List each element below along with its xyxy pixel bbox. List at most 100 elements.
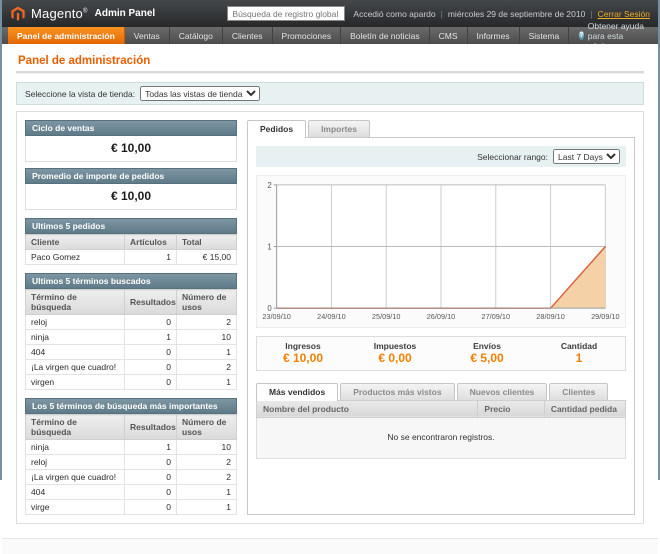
last-orders-table: Cliente Artículos Total Paco Gomez 1 € 1…	[25, 234, 237, 265]
total-value: € 0,00	[349, 351, 441, 365]
card-title: Ultimos 5 términos buscados	[25, 273, 237, 289]
nav-item-cms[interactable]: CMS	[430, 27, 468, 44]
separator: |	[590, 9, 592, 19]
table-cell: 0	[125, 455, 177, 470]
table-row[interactable]: ninja 1 10	[26, 330, 237, 345]
tab-orders[interactable]: Pedidos	[247, 120, 306, 138]
bestsellers-grid: Nombre del producto Precio Cantidad pedi…	[256, 400, 626, 418]
table-header-row: Cliente Artículos Total	[26, 235, 237, 250]
tab-bestsellers[interactable]: Más vendidos	[256, 383, 338, 401]
table-row[interactable]: Paco Gomez 1 € 15,00	[26, 250, 237, 265]
total-revenue: Ingresos € 10,00	[257, 341, 349, 365]
nav-item-promotions[interactable]: Promociones	[273, 27, 342, 44]
top-search-terms-table: Término de búsqueda Resultados Número de…	[25, 414, 237, 515]
y-tick-label: 2	[267, 181, 271, 190]
range-label: Seleccionar rango:	[477, 152, 548, 162]
table-row[interactable]: 404 0 1	[26, 345, 237, 360]
chart-panel: Seleccionar rango: Last 7 Days 01223/09/…	[247, 137, 635, 515]
store-switcher-select[interactable]: Todas las vistas de tienda	[140, 86, 260, 101]
table-row[interactable]: reloj 0 2	[26, 315, 237, 330]
x-tick-label: 28/09/10	[536, 312, 565, 321]
column-header: Resultados	[125, 290, 177, 315]
nav-item-customers[interactable]: Clientes	[223, 27, 273, 44]
nav-item-dashboard[interactable]: Panel de administración	[8, 27, 125, 44]
table-row[interactable]: ¡La virgen que cuadro! 0 2	[26, 360, 237, 375]
table-cell: 2	[177, 360, 237, 375]
table-cell: 1	[125, 330, 177, 345]
orders-chart: 01223/09/1024/09/1025/09/1026/09/1027/09…	[256, 175, 626, 328]
card-title: Ultimos 5 pedidos	[25, 218, 237, 234]
last-orders-card: Ultimos 5 pedidos Cliente Artículos Tota…	[25, 218, 237, 265]
average-orders-card: Promedio de importe de pedidos € 10,00	[25, 168, 237, 210]
total-label: Cantidad	[533, 341, 625, 351]
lifetime-sales-card: Ciclo de ventas € 10,00	[25, 120, 237, 162]
table-cell: 0	[125, 375, 177, 390]
total-label: Impuestos	[349, 341, 441, 351]
last-search-terms-card: Ultimos 5 términos buscados Término de b…	[25, 273, 237, 390]
nav-item-sales[interactable]: Ventas	[125, 27, 170, 44]
y-tick-label: 1	[267, 242, 271, 251]
table-cell: Paco Gomez	[26, 250, 125, 265]
nav-item-reports[interactable]: Informes	[468, 27, 520, 44]
table-row[interactable]: virgen 0 1	[26, 375, 237, 390]
tab-most-viewed[interactable]: Productos más vistos	[340, 383, 454, 400]
lifetime-sales-value: € 10,00	[25, 136, 237, 162]
table-cell: 10	[177, 330, 237, 345]
nav-item-newsletter[interactable]: Boletín de noticias	[341, 27, 429, 44]
table-cell: ninja	[26, 330, 125, 345]
table-row[interactable]: reloj 0 2	[26, 455, 237, 470]
title-divider	[16, 71, 644, 74]
content-area: Panel de administración Seleccione la vi…	[2, 44, 658, 538]
table-cell: 2	[177, 315, 237, 330]
store-switcher-bar: Seleccione la vista de tienda: Todas las…	[16, 82, 644, 105]
total-value: € 5,00	[441, 351, 533, 365]
header-meta: Accedió como apardo | miércoles 29 de se…	[353, 9, 650, 19]
table-cell: 404	[26, 345, 125, 360]
column-header: Número de usos	[177, 415, 237, 440]
total-quantity: Cantidad 1	[533, 341, 625, 365]
page-help-link[interactable]: ? Obtener ayuda para esta página	[569, 27, 658, 44]
table-cell: 2	[177, 470, 237, 485]
dashboard-main-panel: Ciclo de ventas € 10,00 Promedio de impo…	[16, 111, 644, 524]
logged-in-as: Accedió como apardo	[353, 9, 435, 19]
table-cell: ninja	[26, 440, 125, 455]
x-tick-label: 27/09/10	[482, 312, 511, 321]
column-header: Total	[177, 235, 237, 250]
header-bar: Magento® Admin Panel Accedió como apardo…	[2, 0, 658, 27]
top-search-terms-card: Los 5 términos de búsqueda más important…	[25, 398, 237, 515]
column-header: Término de búsqueda	[26, 290, 125, 315]
x-tick-label: 26/09/10	[427, 312, 456, 321]
table-row[interactable]: virge 0 1	[26, 500, 237, 515]
table-row[interactable]: ¡La virgen que cuadro! 0 2	[26, 470, 237, 485]
question-globe-icon: ?	[579, 31, 583, 40]
nav-item-system[interactable]: Sistema	[520, 27, 570, 44]
tab-amounts[interactable]: Importes	[308, 120, 370, 137]
tab-new-customers[interactable]: Nuevos clientes	[457, 383, 548, 400]
separator: |	[441, 9, 443, 19]
page-title: Panel de administración	[18, 55, 642, 67]
table-cell: virgen	[26, 375, 125, 390]
table-cell: 0	[125, 485, 177, 500]
table-cell: € 15,00	[177, 250, 237, 265]
global-search-input[interactable]	[227, 6, 345, 21]
average-orders-value: € 10,00	[25, 184, 237, 210]
magento-logo-icon	[10, 6, 26, 22]
brand-name: Magento®	[31, 6, 88, 21]
table-row[interactable]: ninja 1 10	[26, 440, 237, 455]
dashboard-left-column: Ciclo de ventas € 10,00 Promedio de impo…	[25, 120, 237, 515]
total-value: 1	[533, 351, 625, 365]
table-cell: 2	[177, 455, 237, 470]
main-nav: Panel de administración Ventas Catálogo …	[2, 27, 658, 44]
grid-empty-message: No se encontraron registros.	[256, 418, 626, 459]
table-row[interactable]: 404 0 1	[26, 485, 237, 500]
table-cell: 0	[125, 315, 177, 330]
x-tick-label: 29/09/10	[591, 312, 620, 321]
column-header: Nombre del producto	[257, 400, 478, 417]
tab-customers[interactable]: Clientes	[549, 383, 608, 400]
range-select[interactable]: Last 7 Days	[553, 149, 620, 164]
logout-link[interactable]: Cerrar Sesión	[598, 9, 650, 19]
column-header: Número de usos	[177, 290, 237, 315]
nav-item-catalog[interactable]: Catálogo	[170, 27, 223, 44]
card-title: Promedio de importe de pedidos	[25, 168, 237, 184]
table-cell: reloj	[26, 315, 125, 330]
